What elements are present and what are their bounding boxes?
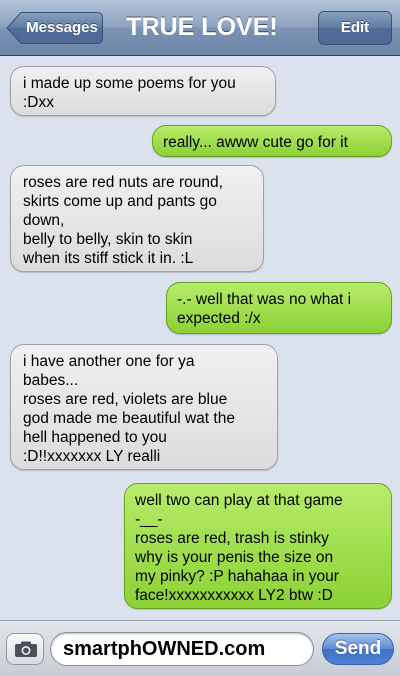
message-bubble-incoming[interactable]: roses are red nuts are round, skirts com…	[10, 165, 264, 272]
edit-button[interactable]: Edit	[318, 11, 392, 45]
back-button-label: Messages	[26, 19, 98, 36]
message-input[interactable]: smartphOWNED.com	[50, 632, 314, 666]
send-button[interactable]: Send	[322, 633, 394, 665]
back-button[interactable]: Messages	[6, 11, 104, 45]
camera-button[interactable]	[6, 633, 44, 665]
navigation-bar: Messages TRUE LOVE! Edit	[0, 0, 400, 56]
compose-bar: smartphOWNED.com Send	[0, 620, 400, 676]
message-bubble-outgoing[interactable]: -.- well that was no what i expected :/x	[166, 282, 392, 334]
message-bubble-incoming[interactable]: i have another one for ya babes... roses…	[10, 344, 278, 470]
message-bubble-outgoing[interactable]: really... awww cute go for it	[152, 125, 392, 157]
message-bubble-outgoing[interactable]: well two can play at that game -__- rose…	[124, 483, 392, 609]
message-thread[interactable]: i made up some poems for you :Dxx really…	[0, 56, 400, 620]
camera-icon	[15, 641, 37, 657]
conversation-title: TRUE LOVE!	[126, 13, 278, 41]
message-bubble-incoming[interactable]: i made up some poems for you :Dxx	[10, 66, 276, 116]
